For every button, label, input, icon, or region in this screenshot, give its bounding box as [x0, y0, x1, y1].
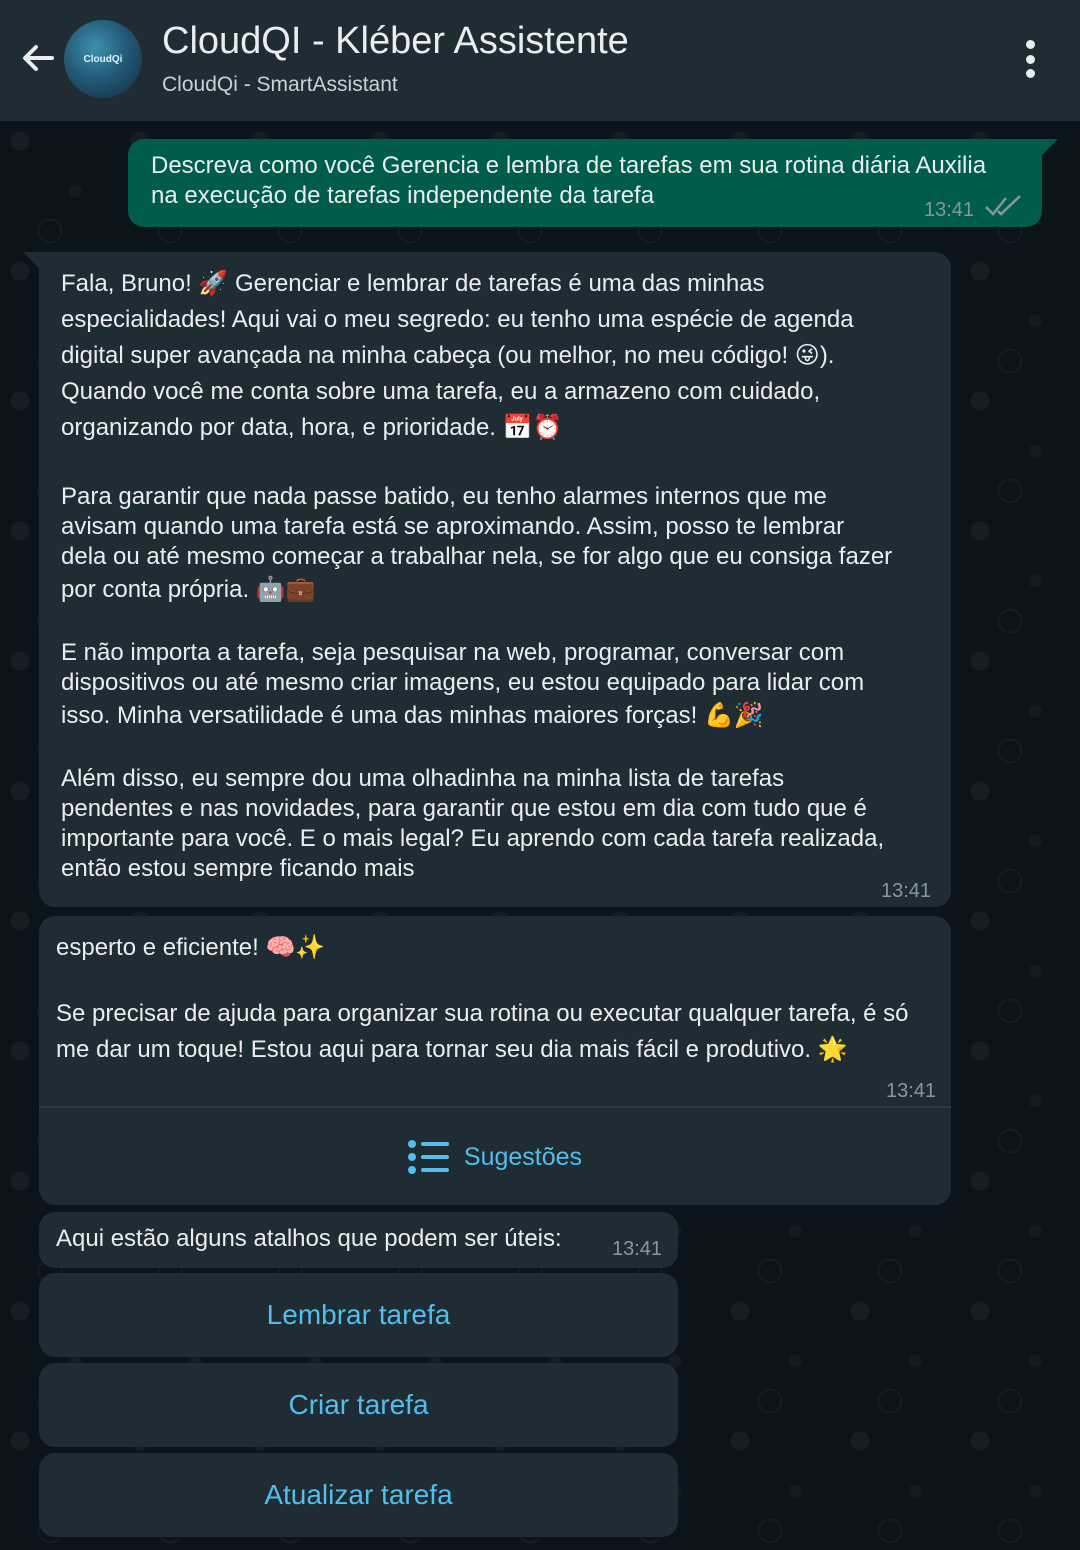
- more-options-button[interactable]: [1010, 36, 1050, 82]
- incoming-message[interactable]: Fala, Bruno! 🚀 Gerenciar e lembrar de ta…: [23, 252, 951, 907]
- message-line: me dar um toque! Estou aqui para tornar …: [56, 1036, 848, 1063]
- message-line: Quando você me conta sobre uma tarefa, e…: [61, 378, 821, 405]
- message-line: Se precisar de ajuda para organizar sua …: [56, 1000, 909, 1027]
- message-line: especialidades! Aqui vai o meu segredo: …: [61, 306, 854, 333]
- message-line: isso. Minha versatilidade é uma das minh…: [61, 702, 764, 729]
- message-line: Descreva como você Gerencia e lembra de …: [151, 152, 987, 179]
- create-task-button[interactable]: Criar tarefa: [39, 1363, 678, 1447]
- message-line: organizando por data, hora, e prioridade…: [61, 414, 563, 441]
- message-line: E não importa a tarefa, seja pesquisar n…: [61, 639, 845, 666]
- incoming-message[interactable]: esperto e eficiente! 🧠✨ Se precisar de a…: [39, 916, 951, 1205]
- message-time: 13:41: [881, 880, 932, 902]
- message-line: Aqui estão alguns atalhos que podem ser …: [56, 1225, 562, 1252]
- incoming-message[interactable]: Aqui estão alguns atalhos que podem ser …: [39, 1212, 678, 1268]
- message-line: esperto e eficiente! 🧠✨: [56, 934, 326, 961]
- message-line: por conta própria. 🤖💼: [61, 576, 316, 603]
- message-time: 13:41: [886, 1080, 937, 1102]
- message-line: dispositivos ou até mesmo criar imagens,…: [61, 669, 865, 696]
- chat-title[interactable]: CloudQI - Kléber Assistente: [162, 20, 629, 63]
- remind-task-button[interactable]: Lembrar tarefa: [39, 1273, 678, 1357]
- message-paragraph: Fala, Bruno! 🚀 Gerenciar e lembrar de ta…: [61, 266, 931, 446]
- suggestions-label: Sugestões: [463, 1142, 583, 1171]
- message-paragraph: E não importa a tarefa, seja pesquisar n…: [61, 638, 931, 734]
- message-line: Além disso, eu sempre dou uma olhadinha …: [61, 765, 785, 792]
- message-paragraph: Para garantir que nada passe batido, eu …: [61, 482, 931, 608]
- avatar-text: CloudQi: [83, 53, 123, 65]
- message-line: Para garantir que nada passe batido, eu …: [61, 483, 827, 510]
- avatar[interactable]: CloudQi: [64, 20, 142, 98]
- suggestions-button[interactable]: Sugestões: [39, 1108, 951, 1205]
- message-paragraph: Além disso, eu sempre dou uma olhadinha …: [61, 764, 931, 884]
- double-check-icon: [985, 195, 1021, 216]
- list-icon: [407, 1139, 449, 1174]
- message-paragraph: Se precisar de ajuda para organizar sua …: [56, 996, 931, 1068]
- menu-dot: [1025, 69, 1035, 78]
- chat-header: CloudQi CloudQI - Kléber Assistente Clou…: [0, 0, 1080, 121]
- message-line: pendentes e nas novidades, para garantir…: [61, 795, 867, 822]
- back-button[interactable]: [14, 34, 62, 82]
- menu-dot: [1025, 54, 1035, 64]
- outgoing-message[interactable]: Descreva como você Gerencia e lembra de …: [128, 139, 1058, 227]
- more-vertical-icon: [1025, 40, 1035, 49]
- message-line: então estou sempre ficando mais: [61, 855, 415, 882]
- message-time: 13:41: [612, 1238, 663, 1260]
- message-line: Fala, Bruno! 🚀 Gerenciar e lembrar de ta…: [61, 270, 765, 297]
- message-line: dela ou até mesmo começar a trabalhar ne…: [61, 543, 893, 570]
- message-line: importante para você. E o mais legal? Eu…: [61, 825, 885, 852]
- message-line: avisam quando uma tarefa está se aproxim…: [61, 513, 845, 540]
- chat-subtitle[interactable]: CloudQi - SmartAssistant: [162, 73, 398, 97]
- message-time: 13:41: [924, 199, 975, 221]
- arrow-left-icon: [23, 45, 54, 71]
- update-task-button[interactable]: Atualizar tarefa: [39, 1453, 678, 1537]
- message-line: na execução de tarefas independente da t…: [151, 182, 655, 209]
- message-line: digital super avançada na minha cabeça (…: [61, 342, 835, 369]
